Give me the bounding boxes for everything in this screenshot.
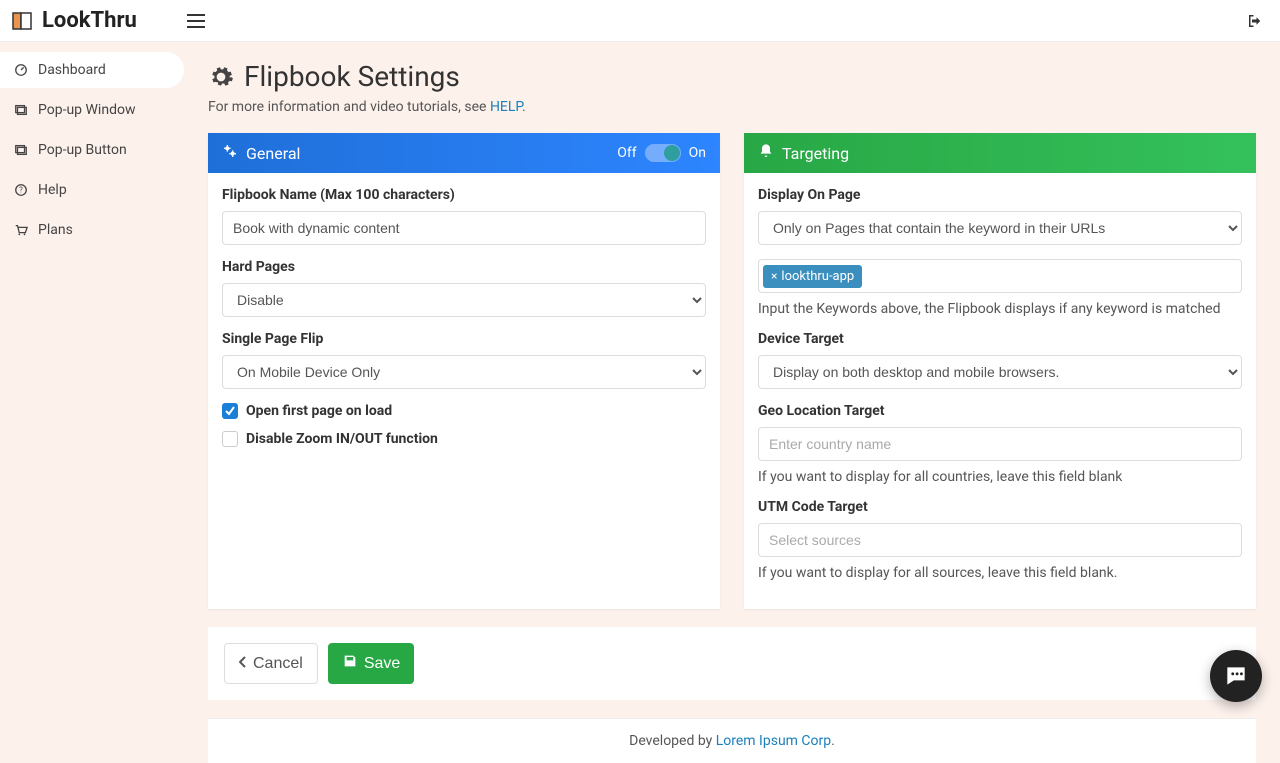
display-on-page-label: Display On Page (758, 187, 1242, 203)
toggle-off-label: Off (617, 145, 636, 161)
general-toggle[interactable] (645, 144, 681, 162)
svg-text:?: ? (19, 186, 23, 195)
keywords-help: Input the Keywords above, the Flipbook d… (758, 301, 1242, 317)
page-title: Flipbook Settings (244, 60, 460, 93)
content: Flipbook Settings For more information a… (184, 42, 1280, 763)
gears-icon (222, 143, 238, 163)
help-icon: ? (14, 183, 28, 197)
sidebar-item-dashboard[interactable]: Dashboard (0, 52, 184, 88)
open-first-checkbox[interactable] (222, 403, 238, 419)
gear-icon (208, 64, 234, 90)
sidebar-item-popup-window[interactable]: Pop-up Window (0, 92, 184, 128)
sidebar-item-label: Dashboard (38, 62, 106, 78)
geo-target-label: Geo Location Target (758, 403, 1242, 419)
footer: Developed by Lorem Ipsum Corp. (208, 718, 1256, 763)
display-on-page-select[interactable]: Only on Pages that contain the keyword i… (758, 211, 1242, 245)
actions-bar: Cancel Save (208, 627, 1256, 700)
disable-zoom-checkbox[interactable] (222, 431, 238, 447)
window-icon (14, 103, 28, 117)
dashboard-icon (14, 63, 28, 77)
bell-icon (758, 143, 774, 163)
device-target-select[interactable]: Display on both desktop and mobile brows… (758, 355, 1242, 389)
top-nav: LookThru (0, 0, 1280, 42)
sidebar-item-plans[interactable]: Plans (0, 212, 184, 248)
logout-icon[interactable] (1246, 12, 1264, 30)
chat-button[interactable] (1210, 650, 1262, 702)
geo-help: If you want to display for all countries… (758, 469, 1242, 485)
panel-targeting-title: Targeting (782, 144, 849, 163)
sidebar-item-label: Pop-up Button (38, 142, 127, 158)
brand-name: LookThru (42, 8, 137, 33)
panel-targeting: Targeting Display On Page Only on Pages … (744, 133, 1256, 609)
page-subtitle: For more information and video tutorials… (208, 99, 1256, 115)
cancel-button[interactable]: Cancel (224, 643, 318, 684)
device-target-label: Device Target (758, 331, 1242, 347)
disable-zoom-label: Disable Zoom IN/OUT function (246, 431, 438, 447)
utm-help: If you want to display for all sources, … (758, 565, 1242, 581)
flipbook-name-label: Flipbook Name (Max 100 characters) (222, 187, 706, 203)
sidebar-item-help[interactable]: ? Help (0, 172, 184, 208)
menu-icon[interactable] (187, 14, 205, 28)
open-first-label: Open first page on load (246, 403, 392, 419)
utm-target-label: UTM Code Target (758, 499, 1242, 515)
flipbook-name-input[interactable] (222, 211, 706, 245)
panel-targeting-header: Targeting (744, 133, 1256, 173)
help-link[interactable]: HELP (490, 99, 522, 115)
geo-target-input[interactable] (758, 427, 1242, 461)
keywords-input[interactable]: × lookthru-app (758, 259, 1242, 293)
panel-general: General Off On Flipbook Name (Max 100 ch… (208, 133, 720, 609)
sidebar-item-label: Pop-up Window (38, 102, 135, 118)
sidebar-item-label: Help (38, 182, 67, 198)
toggle-on-label: On (689, 145, 706, 161)
footer-link[interactable]: Lorem Ipsum Corp (716, 733, 831, 749)
sidebar: Dashboard Pop-up Window Pop-up Button ? … (0, 42, 184, 763)
save-button[interactable]: Save (328, 643, 414, 684)
hard-pages-select[interactable]: Disable (222, 283, 706, 317)
panel-general-header: General Off On (208, 133, 720, 173)
sidebar-item-label: Plans (38, 222, 73, 238)
hard-pages-label: Hard Pages (222, 259, 706, 275)
keyword-tag: × lookthru-app (763, 265, 862, 288)
save-icon (342, 653, 358, 674)
single-page-select[interactable]: On Mobile Device Only (222, 355, 706, 389)
button-icon (14, 143, 28, 157)
tag-remove-icon[interactable]: × (771, 269, 777, 283)
book-icon (10, 9, 34, 33)
sidebar-item-popup-button[interactable]: Pop-up Button (0, 132, 184, 168)
brand: LookThru (10, 8, 205, 33)
cart-icon (14, 223, 28, 237)
single-page-label: Single Page Flip (222, 331, 706, 347)
utm-target-input[interactable] (758, 523, 1242, 557)
chevron-left-icon (239, 655, 247, 673)
panel-general-title: General (246, 144, 300, 163)
